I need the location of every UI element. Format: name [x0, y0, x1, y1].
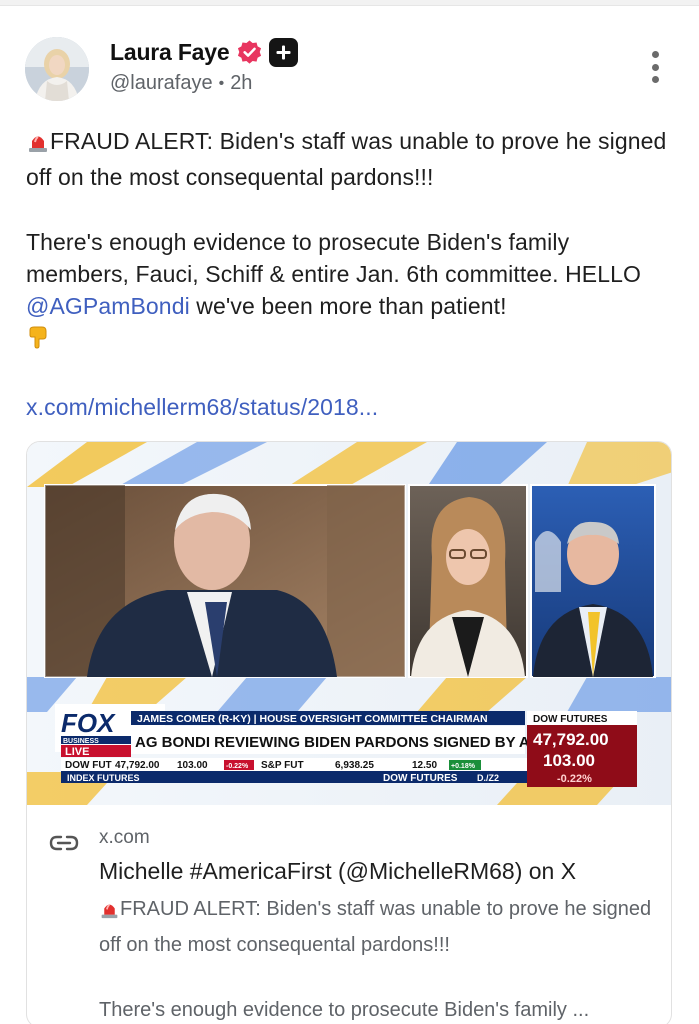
ticker-sp: S&P FUT	[261, 760, 304, 771]
network-logo: FOX	[61, 708, 116, 738]
live-badge: LIVE	[65, 746, 89, 758]
post: Laura Faye @laurafaye • 2h FRAUD ALERT: …	[0, 6, 699, 1024]
post-meta: @laurafaye • 2h	[110, 72, 252, 95]
plus-badge-icon	[269, 37, 299, 67]
ticker-sp-val: 6,938.25	[335, 760, 374, 771]
link-preview-footer: x.com Michelle #AmericaFirst (@MichelleR…	[27, 805, 671, 1024]
author-handle[interactable]: @laurafaye	[110, 72, 213, 95]
ticker-dow: DOW FUT	[65, 760, 112, 771]
headline-caption: AG BONDI REVIEWING BIDEN PARDONS SIGNED …	[135, 734, 592, 751]
post-paragraph-2-text-b: we've been more than patient!	[189, 293, 507, 319]
dow-futures-code: D./Z2	[477, 773, 499, 783]
post-link-row: x.com/michellerm68/status/2018...	[26, 391, 676, 423]
author-name-row: Laura Faye	[110, 35, 299, 69]
more-options-icon[interactable]	[649, 51, 661, 83]
link-preview-image: FOX BUSINESS LIVE JAMES COMER (R-KY) | H…	[27, 442, 671, 805]
post-paragraph-2-text-a: There's enough evidence to prosecute Bid…	[26, 229, 642, 287]
card-description-2: There's enough evidence to prosecute Bid…	[99, 999, 590, 1021]
post-time: 2h	[230, 72, 253, 94]
post-body: FRAUD ALERT: Biden's staff was unable to…	[26, 125, 676, 423]
card-description-1: FRAUD ALERT: Biden's staff was unable to…	[99, 898, 652, 956]
link-icon	[49, 835, 79, 851]
siren-emoji-icon	[26, 129, 50, 161]
futures-pct: -0.22%	[557, 773, 592, 785]
dow-futures-footer: DOW FUTURES	[383, 773, 458, 784]
author-name[interactable]: Laura Faye	[110, 39, 230, 66]
meta-separator: •	[218, 74, 225, 92]
ticker-sp-pct: +0.18%	[451, 763, 476, 770]
ticker-sp-chg: 12.50	[412, 760, 437, 771]
ticker-dow-chg: 103.00	[177, 760, 208, 771]
siren-emoji-icon	[99, 897, 120, 929]
mention-link[interactable]: @AGPamBondi	[26, 293, 190, 319]
post-link[interactable]: x.com/michellerm68/status/2018...	[26, 394, 378, 420]
news-broadcast-graphic: FOX BUSINESS LIVE JAMES COMER (R-KY) | H…	[27, 442, 671, 805]
futures-change: 103.00	[543, 751, 595, 770]
futures-value: 47,792.00	[533, 730, 609, 749]
futures-label: DOW FUTURES	[533, 714, 608, 725]
link-preview-card[interactable]: FOX BUSINESS LIVE JAMES COMER (R-KY) | H…	[26, 441, 672, 1024]
ticker-dow-pct: -0.22%	[226, 763, 249, 770]
card-description: FRAUD ALERT: Biden's staff was unable to…	[99, 893, 659, 1024]
avatar-image	[25, 37, 89, 101]
ticker-dow-val: 47,792.00	[115, 760, 160, 771]
author-avatar[interactable]	[25, 37, 89, 101]
speaker-caption: JAMES COMER (R-KY) | HOUSE OVERSIGHT COM…	[137, 713, 488, 725]
pointing-down-emoji-icon	[26, 324, 52, 358]
card-domain: x.com	[99, 827, 150, 848]
post-paragraph-2: There's enough evidence to prosecute Bid…	[26, 226, 676, 358]
card-title[interactable]: Michelle #AmericaFirst (@MichelleRM68) o…	[99, 855, 659, 887]
post-paragraph-1: FRAUD ALERT: Biden's staff was unable to…	[26, 125, 676, 193]
network-sub: BUSINESS	[63, 738, 99, 745]
verified-badge-icon	[238, 39, 262, 64]
post-header: Laura Faye @laurafaye • 2h	[25, 32, 675, 102]
index-futures: INDEX FUTURES	[67, 773, 140, 783]
post-paragraph-1-text: FRAUD ALERT: Biden's staff was unable to…	[26, 128, 667, 190]
